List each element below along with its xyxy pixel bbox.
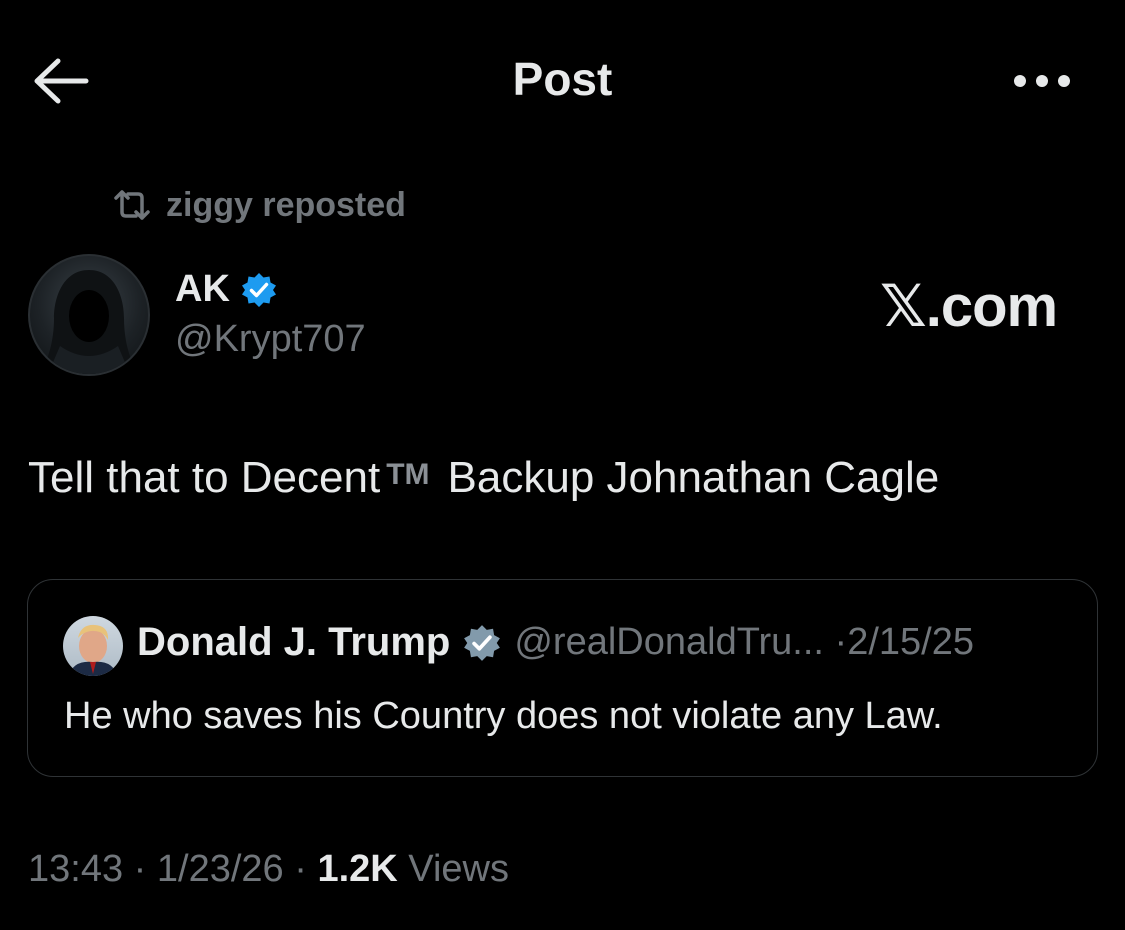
meta-separator: ·: [294, 848, 307, 890]
quoted-author-handle[interactable]: @realDonaldTru...: [514, 621, 824, 663]
arrow-left-icon: [34, 58, 89, 104]
tweet-text-part-2: Backup Johnathan Cagle: [447, 453, 940, 502]
author-name-row[interactable]: AK: [175, 268, 278, 311]
more-icon: [1014, 75, 1070, 87]
views-count[interactable]: 1.2K: [317, 848, 397, 890]
back-button[interactable]: [30, 55, 90, 107]
verified-gray-badge-icon: [464, 624, 501, 661]
quoted-author-name[interactable]: Donald J. Trump: [137, 620, 450, 665]
quoted-author-avatar[interactable]: [63, 616, 123, 676]
tweet-text: Tell that to Decent TM Backup Johnathan Ca…: [28, 453, 939, 503]
hooded-figure-icon: [40, 270, 138, 374]
quoted-post-date[interactable]: 2/15/25: [847, 621, 974, 663]
meta-separator: ·: [133, 848, 147, 890]
post-time[interactable]: 13:43: [28, 848, 123, 890]
post-date[interactable]: 1/23/26: [157, 848, 284, 890]
repost-indicator[interactable]: ziggy reposted: [112, 185, 406, 225]
verified-badge-icon: [241, 272, 276, 307]
views-label: Views: [408, 848, 509, 890]
tweet-text-part-1: Tell that to Decent: [28, 453, 381, 502]
portrait-icon: [69, 624, 117, 676]
page-title: Post: [512, 53, 613, 105]
repost-icon: [114, 190, 150, 220]
quoted-post-card[interactable]: [27, 579, 1098, 777]
post-meta: 13:43 · 1/23/26 · 1.2K Views: [28, 848, 509, 891]
author-handle[interactable]: @Krypt707: [175, 318, 366, 361]
quoted-post-header: Donald J. Trump @realDonaldTru... ·2/15/…: [137, 620, 974, 665]
meta-separator: ·: [834, 621, 848, 663]
x-com-watermark: 𝕏.com: [880, 274, 1058, 339]
author-name: AK: [175, 268, 230, 310]
quoted-post-meta: @realDonaldTru... ·2/15/25: [514, 621, 974, 664]
quoted-post-text: He who saves his Country does not violat…: [64, 695, 943, 737]
repost-label: ziggy reposted: [166, 185, 406, 224]
author-avatar[interactable]: [28, 254, 150, 376]
trademark-mark: TM: [386, 458, 430, 491]
more-options-button[interactable]: [1008, 66, 1076, 96]
